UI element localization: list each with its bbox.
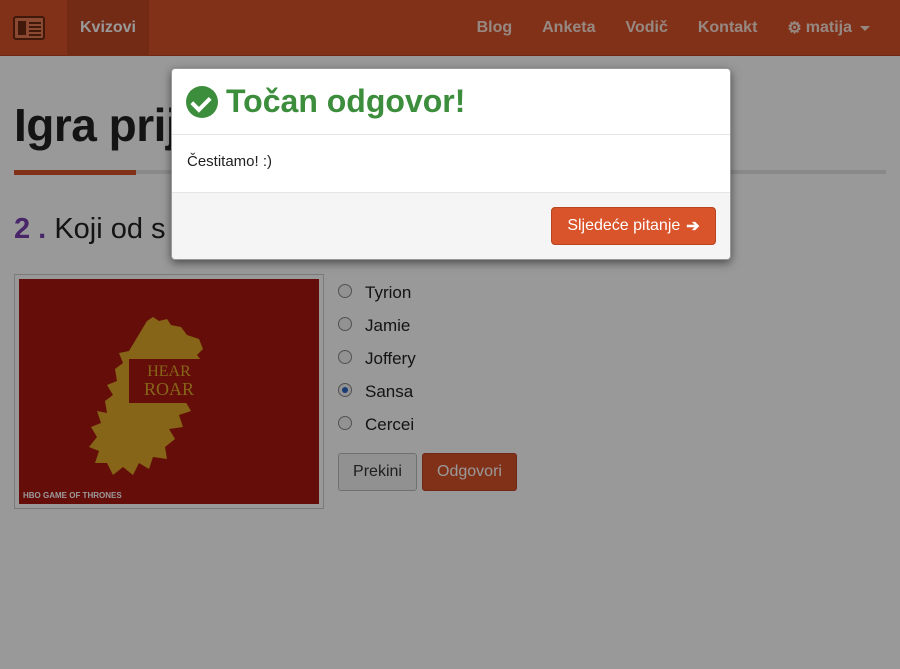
- arrow-right-icon: ➔: [686, 218, 700, 235]
- next-question-button[interactable]: Sljedeće pitanje ➔: [551, 207, 716, 245]
- modal-title: Točan odgovor!: [226, 83, 466, 119]
- check-circle-icon: [186, 85, 218, 118]
- modal-message: Čestitamo! :): [172, 135, 730, 193]
- next-question-label: Sljedeće pitanje: [567, 217, 681, 234]
- result-modal: Točan odgovor! Čestitamo! :) Sljedeće pi…: [171, 68, 731, 260]
- modal-header: Točan odgovor!: [172, 69, 730, 135]
- modal-footer: Sljedeće pitanje ➔: [172, 193, 730, 259]
